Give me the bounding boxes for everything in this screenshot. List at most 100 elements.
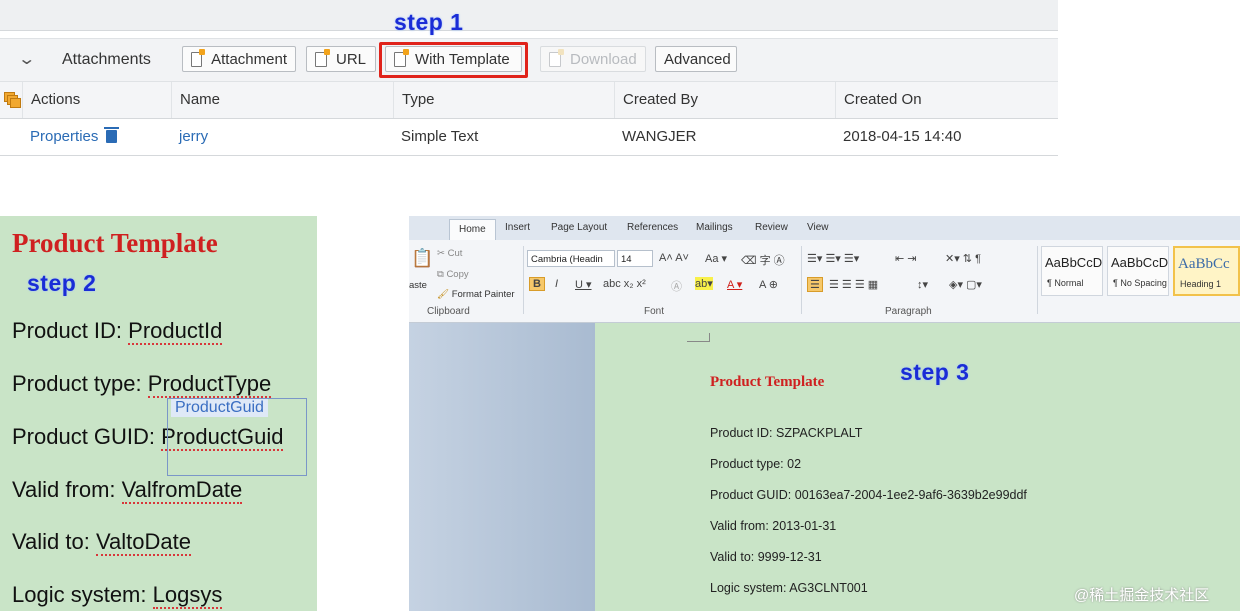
step-3-label: step 3 (900, 359, 970, 385)
character-shading-icon[interactable]: A ⊕ (759, 278, 778, 291)
document-line: Product type: 02 (710, 457, 802, 471)
clear-formatting-icon[interactable]: ⌫ 字 Ⓐ (741, 252, 785, 268)
copy-button[interactable]: ⧉ Copy (437, 269, 469, 280)
bold-icon[interactable]: B (529, 277, 545, 291)
tab-insert[interactable]: Insert (505, 222, 530, 233)
header-strip (0, 0, 1058, 31)
step-1-highlight-box (379, 42, 528, 78)
field-label: Valid from: (12, 477, 116, 502)
properties-link[interactable]: Properties (30, 128, 98, 145)
attachments-table: Actions Name Type Created By Created On … (0, 82, 1058, 156)
ribbon-separator (523, 246, 524, 314)
style-name: Heading 1 (1180, 279, 1222, 289)
sort-icon[interactable]: ✕▾ ⇅ ¶ (945, 252, 981, 265)
url-button[interactable]: URL (306, 46, 376, 72)
template-line: Product ID: ProductId (12, 318, 223, 345)
attachment-button[interactable]: Attachment (182, 46, 296, 72)
field-label: Valid to: (12, 529, 90, 554)
style-normal[interactable]: AaBbCcD ¶ Normal (1041, 246, 1103, 296)
style-heading-1[interactable]: AaBbCc Heading 1 (1173, 246, 1240, 296)
style-name: ¶ No Spacing (1113, 278, 1167, 288)
column-header-type[interactable]: Type (393, 82, 615, 118)
clipboard-group-label: Clipboard (427, 306, 470, 317)
template-title: Product Template (12, 228, 218, 258)
collapse-chevron-icon[interactable]: ⌄ (17, 49, 36, 69)
advanced-button-label: Advanced (664, 50, 731, 68)
font-color-icon[interactable]: A ▾ (727, 278, 742, 291)
template-line: Valid from: ValfromDate (12, 477, 243, 504)
tab-view[interactable]: View (807, 222, 829, 233)
font-name-select[interactable]: Cambria (Headin (527, 250, 615, 267)
style-sample: AaBbCcD (1045, 255, 1103, 270)
template-document: Product Template step 2 Product ID: Prod… (0, 216, 317, 611)
field-placeholder[interactable]: Logsys (152, 582, 223, 609)
download-button[interactable]: Download (540, 46, 646, 72)
table-row[interactable]: Properties jerry Simple Text WANGJER 201… (0, 119, 1058, 156)
created-on-cell: 2018-04-15 14:40 (843, 128, 962, 145)
tab-review[interactable]: Review (755, 222, 788, 233)
strikethrough-icon[interactable]: abc x₂ x² (603, 278, 646, 290)
tab-mailings[interactable]: Mailings (696, 222, 733, 233)
field-placeholder[interactable]: ValfromDate (121, 477, 243, 504)
style-no-spacing[interactable]: AaBbCcD ¶ No Spacing (1107, 246, 1169, 296)
font-size-select[interactable]: 14 (617, 250, 653, 267)
template-line: Valid to: ValtoDate (12, 529, 191, 556)
content-control-tag[interactable]: ProductGuid (171, 399, 268, 417)
name-cell-link[interactable]: jerry (171, 119, 394, 155)
column-header-created-by[interactable]: Created By (614, 82, 836, 118)
shading-icon[interactable]: ◈▾ ▢▾ (949, 278, 982, 291)
text-effects-icon[interactable]: Ⓐ (671, 278, 682, 294)
tab-home[interactable]: Home (449, 219, 496, 240)
select-all-icon[interactable] (4, 92, 21, 108)
document-page[interactable]: Product Template step 3 Product ID: SZPA… (595, 323, 1240, 611)
step-2-label: step 2 (27, 270, 97, 296)
bullets-icon[interactable]: ☰▾ ☰▾ ☰▾ (807, 252, 859, 265)
field-placeholder[interactable]: ValtoDate (95, 529, 191, 556)
paste-icon[interactable]: 📋 (411, 248, 433, 269)
document-line: Logic system: AG3CLNT001 (710, 581, 868, 595)
left-margin-area (409, 323, 595, 611)
field-placeholder[interactable]: ProductType (147, 371, 272, 398)
ribbon-separator (801, 246, 802, 314)
download-button-label: Download (570, 50, 637, 68)
style-name: ¶ Normal (1047, 278, 1084, 288)
delete-trash-icon[interactable] (104, 127, 120, 143)
watermark: @稀土掘金技术社区 (1074, 587, 1210, 604)
document-title: Product Template (710, 374, 825, 390)
attachments-title: Attachments (62, 51, 151, 68)
style-sample: AaBbCc (1178, 256, 1230, 272)
tab-references[interactable]: References (627, 222, 678, 233)
url-button-label: URL (336, 50, 367, 68)
word-window: Home Insert Page Layout References Maili… (409, 216, 1240, 611)
download-document-icon (549, 48, 564, 67)
document-line: Valid to: 9999-12-31 (710, 550, 822, 564)
advanced-button[interactable]: Advanced (655, 46, 737, 72)
line-spacing-icon[interactable]: ↕▾ (917, 278, 928, 291)
align-center-icon[interactable]: ☰ ☰ ☰ ▦ (829, 278, 878, 291)
column-header-actions[interactable]: Actions (22, 82, 173, 118)
tab-page-layout[interactable]: Page Layout (551, 222, 607, 233)
field-placeholder[interactable]: ProductId (128, 318, 223, 345)
align-left-icon[interactable]: ☰ (807, 277, 823, 292)
format-painter-button[interactable]: 🖌 Format Painter (437, 289, 515, 300)
font-group-label: Font (644, 306, 665, 317)
underline-icon[interactable]: U ▾ (575, 278, 592, 291)
change-case-icon[interactable]: Aa ▾ (705, 252, 727, 265)
column-header-created-on[interactable]: Created On (835, 82, 1058, 118)
document-line: Product GUID: 00163ea7-2004-1ee2-9af6-36… (710, 488, 1027, 502)
paragraph-group-label: Paragraph (885, 306, 932, 317)
indent-icon[interactable]: ⇤ ⇥ (895, 252, 917, 265)
paste-label[interactable]: aste (409, 280, 427, 291)
table-header: Actions Name Type Created By Created On (0, 82, 1058, 119)
margin-corner-mark (687, 333, 710, 342)
cut-button[interactable]: ✂ Cut (437, 248, 462, 259)
highlight-color-icon[interactable]: ab▾ (695, 277, 713, 290)
brush-icon: 🖌 (437, 289, 452, 300)
italic-icon[interactable]: I (555, 278, 558, 290)
field-label: Product type: (12, 371, 142, 396)
grow-font-icon[interactable]: A˄ A˅ (659, 252, 689, 264)
template-line: Logic system: Logsys (12, 582, 223, 609)
field-label: Product GUID: (12, 424, 156, 449)
column-header-name[interactable]: Name (171, 82, 394, 118)
field-label: Logic system: (12, 582, 147, 607)
